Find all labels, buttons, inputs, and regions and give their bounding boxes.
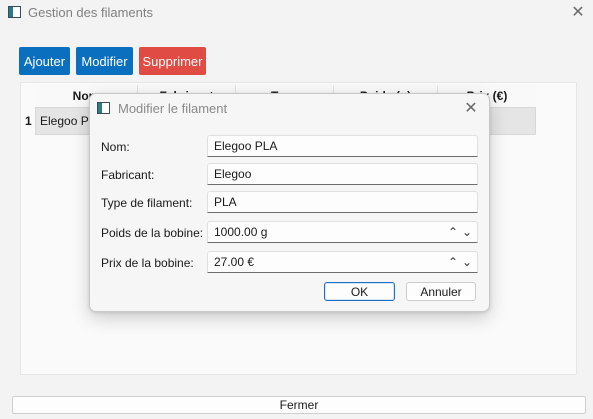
name-value: Elegoo PLA — [214, 139, 278, 153]
price-label: Prix de la bobine: — [101, 256, 194, 270]
window-title: Gestion des filaments — [28, 5, 154, 20]
edit-button[interactable]: Modifier — [76, 47, 133, 75]
type-label: Type de filament: — [101, 196, 193, 210]
dialog-title: Modifier le filament — [118, 101, 228, 116]
name-field[interactable]: Elegoo PLA — [207, 135, 478, 157]
weight-decrement-icon[interactable]: ⌄ — [460, 222, 474, 242]
dialog-app-icon — [97, 102, 110, 114]
price-spinbox[interactable]: 27.00 € ⌃ ⌄ — [207, 251, 478, 273]
manufacturer-field[interactable]: Elegoo — [207, 163, 478, 185]
edit-filament-dialog: Modifier le filament ✕ Nom: Elegoo PLA F… — [89, 93, 490, 312]
weight-spinbox[interactable]: 1000.00 g ⌃ ⌄ — [207, 221, 478, 243]
close-button[interactable]: Fermer — [12, 396, 586, 414]
weight-increment-icon[interactable]: ⌃ — [446, 222, 460, 242]
weight-label: Poids de la bobine: — [101, 226, 204, 240]
dialog-close-icon[interactable]: ✕ — [459, 96, 483, 120]
add-button[interactable]: Ajouter — [19, 47, 70, 75]
delete-button[interactable]: Supprimer — [139, 47, 206, 75]
ok-button[interactable]: OK — [324, 282, 395, 301]
title-bar: Gestion des filaments ✕ — [0, 0, 593, 26]
manufacturer-value: Elegoo — [214, 167, 252, 181]
close-window-icon[interactable]: ✕ — [563, 0, 593, 24]
row-number: 1 — [25, 114, 32, 128]
name-label: Nom: — [101, 140, 130, 154]
type-value: PLA — [214, 195, 237, 209]
price-increment-icon[interactable]: ⌃ — [446, 252, 460, 272]
manufacturer-label: Fabricant: — [101, 168, 155, 182]
cancel-button[interactable]: Annuler — [406, 282, 476, 301]
type-field[interactable]: PLA — [207, 191, 478, 213]
app-icon — [8, 6, 21, 18]
weight-value: 1000.00 g — [214, 225, 268, 239]
price-decrement-icon[interactable]: ⌄ — [460, 252, 474, 272]
price-value: 27.00 € — [214, 255, 255, 269]
